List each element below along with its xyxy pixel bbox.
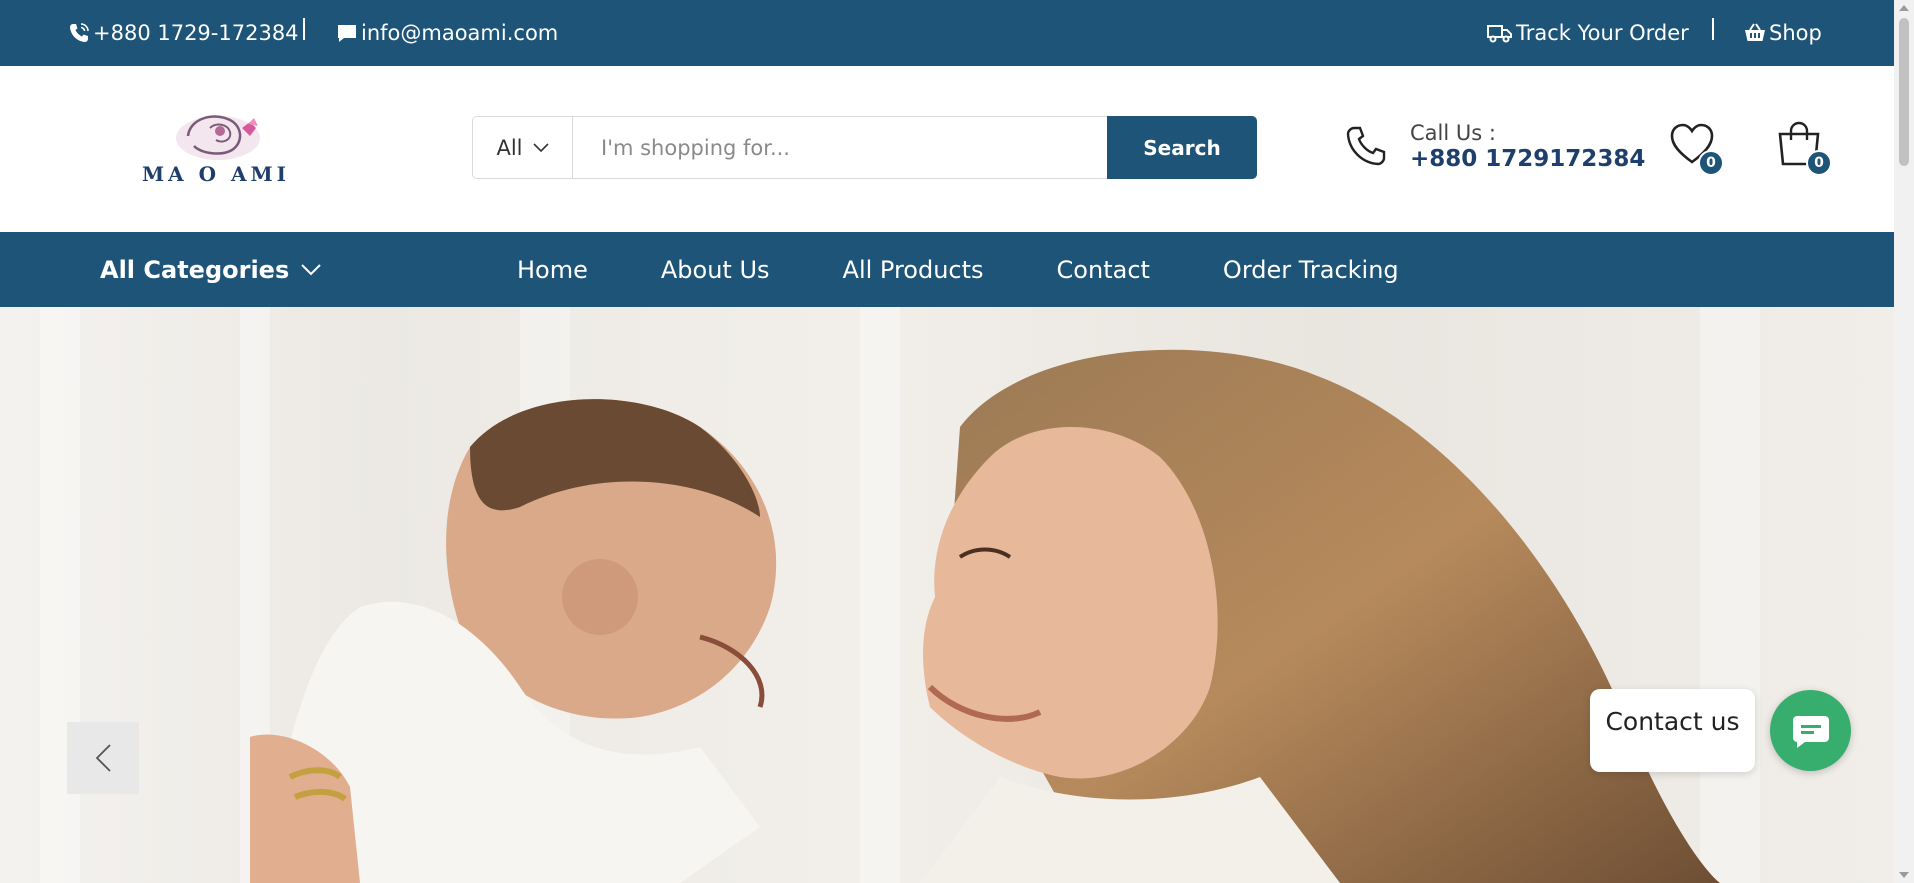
nav-link-home[interactable]: Home xyxy=(517,256,588,284)
topbar-divider xyxy=(1712,18,1714,40)
cart-button[interactable]: 0 xyxy=(1776,120,1832,176)
chat-icon xyxy=(1792,715,1829,748)
topbar-email-link[interactable]: info@maoami.com xyxy=(335,0,558,66)
wishlist-count-badge: 0 xyxy=(1698,150,1724,176)
all-categories-label: All Categories xyxy=(100,255,290,284)
wishlist-button[interactable]: 0 xyxy=(1668,120,1724,176)
contact-us-label: Contact us xyxy=(1605,707,1740,736)
search-input[interactable] xyxy=(573,117,1107,178)
nav-link-contact[interactable]: Contact xyxy=(1057,256,1150,284)
chevron-down-icon xyxy=(532,142,549,152)
search-bar: All Search xyxy=(472,116,1257,179)
shop-link[interactable]: Shop xyxy=(1743,0,1822,66)
search-button[interactable]: Search xyxy=(1107,116,1257,179)
chevron-down-icon xyxy=(301,263,321,275)
track-order-text: Track Your Order xyxy=(1516,21,1689,45)
topbar-email-text: info@maoami.com xyxy=(361,21,559,45)
scroll-up-arrow[interactable] xyxy=(1899,5,1909,11)
site-logo[interactable]: MA O AMI xyxy=(130,106,302,188)
all-categories-dropdown[interactable]: All Categories xyxy=(100,232,321,307)
call-us-block: Call Us : +880 1729172384 xyxy=(1344,120,1645,172)
search-category-value: All xyxy=(496,135,523,160)
shop-text: Shop xyxy=(1769,21,1822,45)
contact-us-button[interactable] xyxy=(1770,690,1851,771)
topbar-divider xyxy=(303,18,305,40)
nav-link-order-tracking[interactable]: Order Tracking xyxy=(1223,256,1399,284)
phone-call-icon xyxy=(70,23,89,42)
cart-count-badge: 0 xyxy=(1806,150,1832,176)
call-us-number[interactable]: +880 1729172384 xyxy=(1410,146,1645,172)
logo-text: MA O AMI xyxy=(141,162,290,186)
nav-link-all-products[interactable]: All Products xyxy=(843,256,984,284)
hero-slider xyxy=(0,307,1894,883)
slider-prev-button[interactable] xyxy=(67,722,139,794)
topbar-phone-text: +880 1729-172384 xyxy=(93,21,299,45)
hero-image xyxy=(40,307,1760,883)
main-nav: All Categories Home About Us All Product… xyxy=(0,232,1894,307)
page-scrollbar[interactable] xyxy=(1894,0,1914,883)
chevron-left-icon xyxy=(95,744,111,772)
call-us-label: Call Us : xyxy=(1410,121,1496,145)
topbar-phone-link[interactable]: +880 1729-172384 xyxy=(67,0,299,66)
phone-icon xyxy=(1346,126,1386,166)
basket-icon xyxy=(1745,23,1765,41)
contact-us-bubble[interactable]: Contact us xyxy=(1590,689,1755,772)
chat-bubble-icon xyxy=(338,25,356,42)
scroll-down-arrow[interactable] xyxy=(1899,872,1909,878)
nav-link-about-us[interactable]: About Us xyxy=(661,256,770,284)
top-bar: +880 1729-172384 info@maoami.com Track Y… xyxy=(0,0,1894,66)
mother-baby-logo-icon xyxy=(176,115,260,160)
scrollbar-thumb[interactable] xyxy=(1899,18,1909,166)
delivery-truck-icon xyxy=(1487,25,1512,43)
track-order-link[interactable]: Track Your Order xyxy=(1486,0,1689,66)
header: MA O AMI All Search Call Us : +880 17291… xyxy=(0,66,1894,232)
search-category-select[interactable]: All xyxy=(473,117,573,178)
